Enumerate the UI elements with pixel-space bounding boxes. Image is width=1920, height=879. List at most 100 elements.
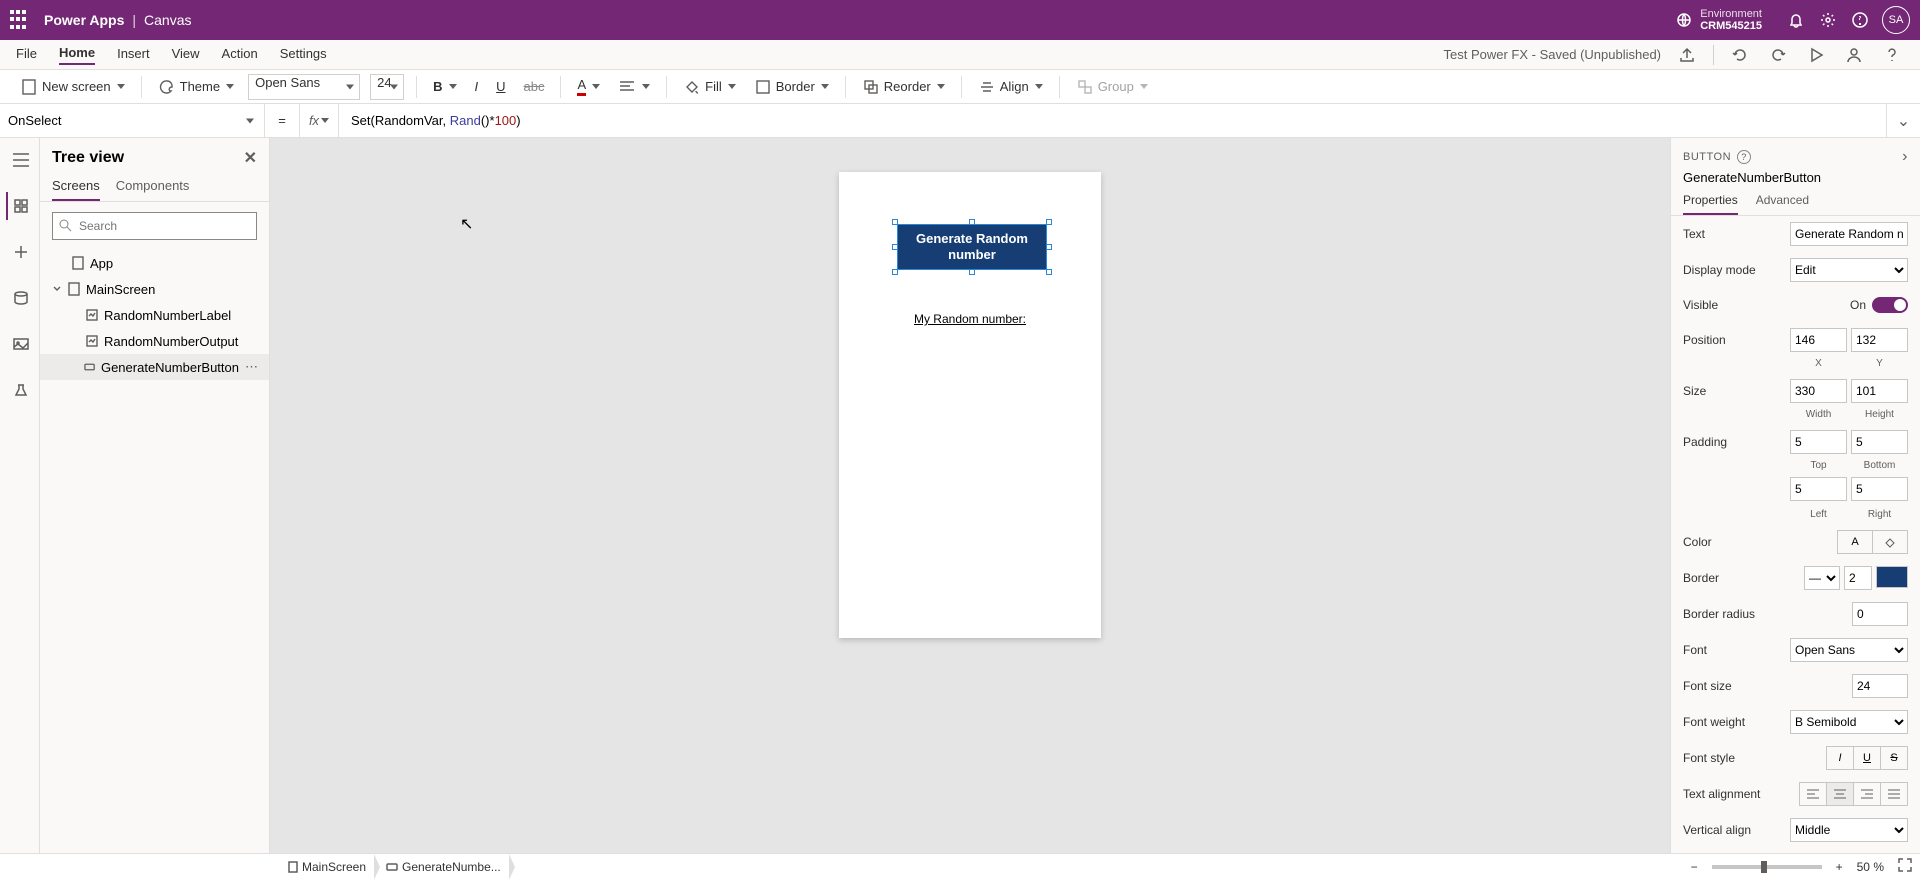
undo-icon[interactable]	[1728, 43, 1752, 67]
text-input[interactable]	[1790, 222, 1908, 246]
fit-screen-icon[interactable]	[1898, 858, 1912, 875]
font-family-select[interactable]: Open Sans	[248, 74, 360, 100]
account-icon[interactable]	[1842, 43, 1866, 67]
pad-left-input[interactable]	[1790, 477, 1847, 501]
visible-toggle[interactable]	[1872, 297, 1908, 313]
tab-advanced[interactable]: Advanced	[1756, 193, 1809, 215]
help-icon[interactable]	[1844, 4, 1876, 36]
info-icon[interactable]: ?	[1737, 150, 1751, 164]
font-color-button[interactable]: A	[573, 75, 604, 98]
tree-item-randomnumberlabel[interactable]: RandomNumberLabel	[40, 302, 269, 328]
environment-icon[interactable]	[1668, 4, 1700, 36]
border-style-select[interactable]: —	[1804, 566, 1840, 590]
pos-y-input[interactable]	[1851, 328, 1908, 352]
pad-top-input[interactable]	[1790, 430, 1847, 454]
border-color-swatch[interactable]	[1876, 566, 1908, 588]
border-radius-input[interactable]	[1852, 602, 1908, 626]
canvas-area[interactable]: ↖ Generate Random number My Random numbe…	[270, 138, 1670, 853]
strike-toggle[interactable]: S	[1880, 746, 1908, 770]
fill-button[interactable]: Fill	[679, 76, 740, 98]
align-center-button[interactable]	[1826, 782, 1854, 806]
underline-button[interactable]: U	[492, 77, 509, 96]
environment-block[interactable]: Environment CRM545215	[1700, 8, 1762, 32]
border-icon	[754, 78, 772, 96]
menu-view[interactable]: View	[172, 46, 200, 64]
pad-right-input[interactable]	[1851, 477, 1908, 501]
strike-button[interactable]: abc	[520, 77, 549, 96]
tab-screens[interactable]: Screens	[52, 178, 100, 201]
vertical-align-select[interactable]: Middle	[1790, 818, 1908, 842]
font-weight-select[interactable]: B Semibold	[1790, 710, 1908, 734]
breadcrumb-control[interactable]: GenerateNumbe...	[378, 854, 509, 879]
tree-item-randomnumberoutput[interactable]: RandomNumberOutput	[40, 328, 269, 354]
text-align-button[interactable]	[614, 76, 654, 98]
theme-button[interactable]: Theme	[154, 76, 238, 98]
waffle-icon[interactable]	[10, 10, 30, 30]
canvas-screen[interactable]: Generate Random number My Random number:	[839, 172, 1101, 638]
height-input[interactable]	[1851, 379, 1908, 403]
generate-random-button[interactable]: Generate Random number	[897, 224, 1047, 270]
display-mode-select[interactable]: Edit	[1790, 258, 1908, 282]
zoom-in-icon[interactable]: +	[1836, 860, 1843, 874]
font-size-select[interactable]: 24	[370, 74, 404, 100]
width-input[interactable]	[1790, 379, 1847, 403]
user-avatar[interactable]: SA	[1882, 6, 1910, 34]
tree-item-more-icon[interactable]: ⋯	[245, 359, 259, 375]
settings-icon[interactable]	[1812, 4, 1844, 36]
align-left-button[interactable]	[1799, 782, 1827, 806]
font-size-input[interactable]	[1852, 674, 1908, 698]
menu-settings[interactable]: Settings	[280, 46, 327, 64]
properties-panel: BUTTON ? › GenerateNumberButton Properti…	[1670, 138, 1920, 853]
property-selector[interactable]: OnSelect	[0, 104, 265, 137]
equals-sign: =	[265, 113, 299, 128]
align-justify-button[interactable]	[1880, 782, 1908, 806]
menu-file[interactable]: File	[16, 46, 37, 64]
fill-color-swatch[interactable]	[1872, 530, 1908, 554]
redo-icon[interactable]	[1766, 43, 1790, 67]
tree-item-generatenumberbutton[interactable]: GenerateNumberButton ⋯	[40, 354, 269, 380]
help2-icon[interactable]	[1880, 43, 1904, 67]
tree-search-input[interactable]	[52, 212, 257, 240]
align-lines-icon	[618, 78, 636, 96]
align-button[interactable]: Align	[974, 76, 1047, 98]
fx-button[interactable]: fx	[299, 104, 339, 137]
italic-button[interactable]: I	[471, 77, 483, 96]
tree-item-app[interactable]: App	[40, 250, 269, 276]
zoom-out-icon[interactable]: −	[1691, 860, 1698, 874]
menu-action[interactable]: Action	[222, 46, 258, 64]
border-button[interactable]: Border	[750, 76, 833, 98]
data-icon[interactable]	[6, 284, 34, 312]
advanced-icon[interactable]	[6, 376, 34, 404]
reorder-button[interactable]: Reorder	[858, 76, 949, 98]
notifications-icon[interactable]	[1780, 4, 1812, 36]
random-number-label[interactable]: My Random number:	[839, 312, 1101, 326]
left-rail	[0, 138, 40, 853]
align-right-button[interactable]	[1853, 782, 1881, 806]
formula-input[interactable]: Set(RandomVar, Rand()*100)	[339, 113, 1886, 129]
tree-item-mainscreen[interactable]: MainScreen	[40, 276, 269, 302]
tree-view-icon[interactable]	[6, 192, 34, 220]
pos-x-input[interactable]	[1790, 328, 1847, 352]
tab-properties[interactable]: Properties	[1683, 193, 1738, 215]
pad-bottom-input[interactable]	[1851, 430, 1908, 454]
media-icon[interactable]	[6, 330, 34, 358]
new-screen-button[interactable]: New screen	[16, 76, 129, 98]
close-tree-icon[interactable]: ✕	[244, 148, 257, 168]
underline-toggle[interactable]: U	[1853, 746, 1881, 770]
breadcrumb-screen[interactable]: MainScreen	[280, 854, 374, 879]
play-icon[interactable]	[1804, 43, 1828, 67]
insert-icon[interactable]	[6, 238, 34, 266]
font-select[interactable]: Open Sans	[1790, 638, 1908, 662]
tab-components[interactable]: Components	[116, 178, 190, 201]
italic-toggle[interactable]: I	[1826, 746, 1854, 770]
zoom-slider[interactable]	[1712, 865, 1822, 869]
border-width-input[interactable]	[1844, 566, 1872, 590]
expand-props-icon[interactable]: ›	[1902, 148, 1908, 166]
share-icon[interactable]	[1675, 43, 1699, 67]
expand-formula-icon[interactable]: ⌄	[1886, 104, 1920, 137]
font-color-swatch[interactable]: A	[1837, 530, 1873, 554]
hamburger-icon[interactable]	[6, 146, 34, 174]
menu-home[interactable]: Home	[59, 45, 95, 65]
bold-button[interactable]: B	[429, 77, 460, 96]
menu-insert[interactable]: Insert	[117, 46, 150, 64]
